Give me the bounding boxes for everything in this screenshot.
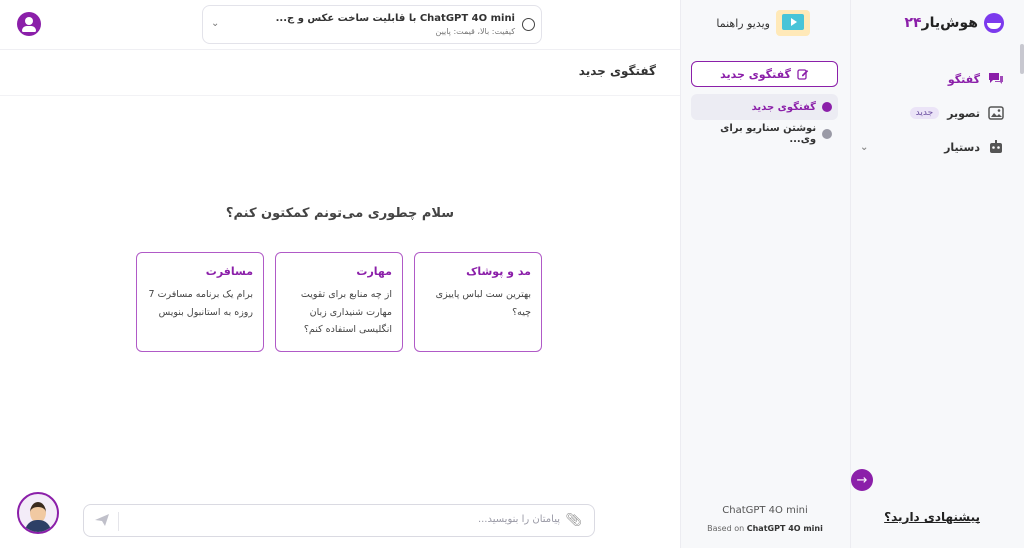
model-name: ChatGPT 4O mini bbox=[722, 505, 808, 516]
card-description: از چه منابع برای تقویت مهارت شنیداری زبا… bbox=[300, 289, 392, 336]
model-meta: کیفیت: بالا، قیمت: پایین bbox=[435, 27, 515, 36]
top-bar: ChatGPT 4O mini با قابلیت ساخت عکس و ج..… bbox=[0, 0, 680, 50]
suggestion-link[interactable]: پیشنهادی دارید؟ bbox=[884, 510, 980, 524]
chevron-down-icon[interactable]: ⌄ bbox=[860, 142, 868, 153]
card-description: بهترین ست لباس پاییزی چیه؟ bbox=[435, 289, 531, 318]
chevron-down-icon: ⌄ bbox=[211, 18, 220, 29]
chat-history-item[interactable]: نوشتن سناریو برای وی... bbox=[691, 121, 838, 147]
model-title: ChatGPT 4O mini با قابلیت ساخت عکس و ج..… bbox=[275, 13, 515, 24]
sidebar-item-chat[interactable]: گفتگو bbox=[850, 62, 1024, 96]
new-badge: جدید bbox=[909, 107, 940, 119]
sidebar-item-image[interactable]: تصویر جدید bbox=[850, 96, 1024, 130]
chat-main: ChatGPT 4O mini با قابلیت ساخت عکس و ج..… bbox=[0, 0, 680, 548]
video-play-icon bbox=[776, 10, 810, 36]
divider bbox=[118, 512, 119, 531]
chat-bubble-icon bbox=[822, 129, 832, 139]
sidebar-item-label: گفتگو bbox=[947, 72, 980, 86]
main-sidebar: هوش‌یار۲۴ گفتگو تصویر جدید دستیار ⌄ → پی… bbox=[850, 0, 1024, 548]
openai-icon bbox=[522, 18, 535, 31]
suggestion-card[interactable]: مد و پوشاک بهترین ست لباس پاییزی چیه؟ bbox=[414, 252, 542, 352]
edit-icon bbox=[797, 69, 809, 80]
message-input[interactable]: پیامتان را بنویسید... bbox=[478, 514, 560, 525]
chat-history-label: نوشتن سناریو برای وی... bbox=[720, 123, 817, 145]
new-chat-label: گفتگوی جدید bbox=[720, 67, 791, 81]
sidebar-nav: گفتگو تصویر جدید دستیار ⌄ bbox=[850, 62, 1024, 164]
page-title: گفتگوی جدید bbox=[578, 64, 656, 78]
card-title: مهارت bbox=[356, 265, 392, 278]
message-composer: 📎︎ پیامتان را بنویسید... bbox=[83, 504, 595, 537]
chat-icon bbox=[988, 72, 1004, 86]
image-icon bbox=[988, 106, 1004, 120]
sidebar-item-label: تصویر bbox=[947, 106, 980, 120]
sidebar-item-label: دستیار bbox=[944, 140, 980, 154]
divider bbox=[0, 95, 680, 96]
attachment-icon[interactable]: 📎︎ bbox=[565, 513, 582, 528]
card-title: مسافرت bbox=[205, 265, 253, 278]
chat-history-panel: ویدیو راهنما گفتگوی جدید گفتگوی جدید نوش… bbox=[680, 0, 850, 548]
chat-history-item[interactable]: گفتگوی جدید bbox=[691, 94, 838, 120]
send-icon[interactable] bbox=[94, 512, 110, 528]
logo-icon bbox=[984, 13, 1004, 33]
arrow-right-icon[interactable]: → bbox=[851, 469, 873, 491]
logo-text: هوش‌یار۲۴ bbox=[904, 15, 978, 31]
support-avatar[interactable] bbox=[17, 492, 59, 534]
video-guide-button[interactable]: ویدیو راهنما bbox=[716, 10, 810, 36]
robot-icon bbox=[988, 140, 1004, 154]
user-avatar-icon[interactable] bbox=[17, 12, 41, 36]
sidebar-item-assistant[interactable]: دستیار ⌄ bbox=[850, 130, 1024, 164]
greeting-text: سلام چطوری می‌تونم کمکتون کنم؟ bbox=[225, 206, 455, 221]
app-logo[interactable]: هوش‌یار۲۴ bbox=[905, 12, 1004, 34]
model-selector[interactable]: ChatGPT 4O mini با قابلیت ساخت عکس و ج..… bbox=[202, 5, 542, 44]
video-guide-label: ویدیو راهنما bbox=[716, 16, 770, 30]
suggestion-card[interactable]: مسافرت برام یک برنامه مسافرت 7 روزه به ا… bbox=[136, 252, 264, 352]
suggestion-card[interactable]: مهارت از چه منابع برای تقویت مهارت شنیدا… bbox=[275, 252, 403, 352]
card-title: مد و پوشاک bbox=[466, 265, 531, 278]
new-chat-button[interactable]: گفتگوی جدید bbox=[691, 61, 838, 87]
chat-history-label: گفتگوی جدید bbox=[751, 101, 816, 113]
chat-bubble-icon bbox=[822, 102, 832, 112]
card-description: برام یک برنامه مسافرت 7 روزه به استانبول… bbox=[148, 289, 253, 318]
based-on-label: Based on ChatGPT 4O mini bbox=[707, 524, 823, 533]
